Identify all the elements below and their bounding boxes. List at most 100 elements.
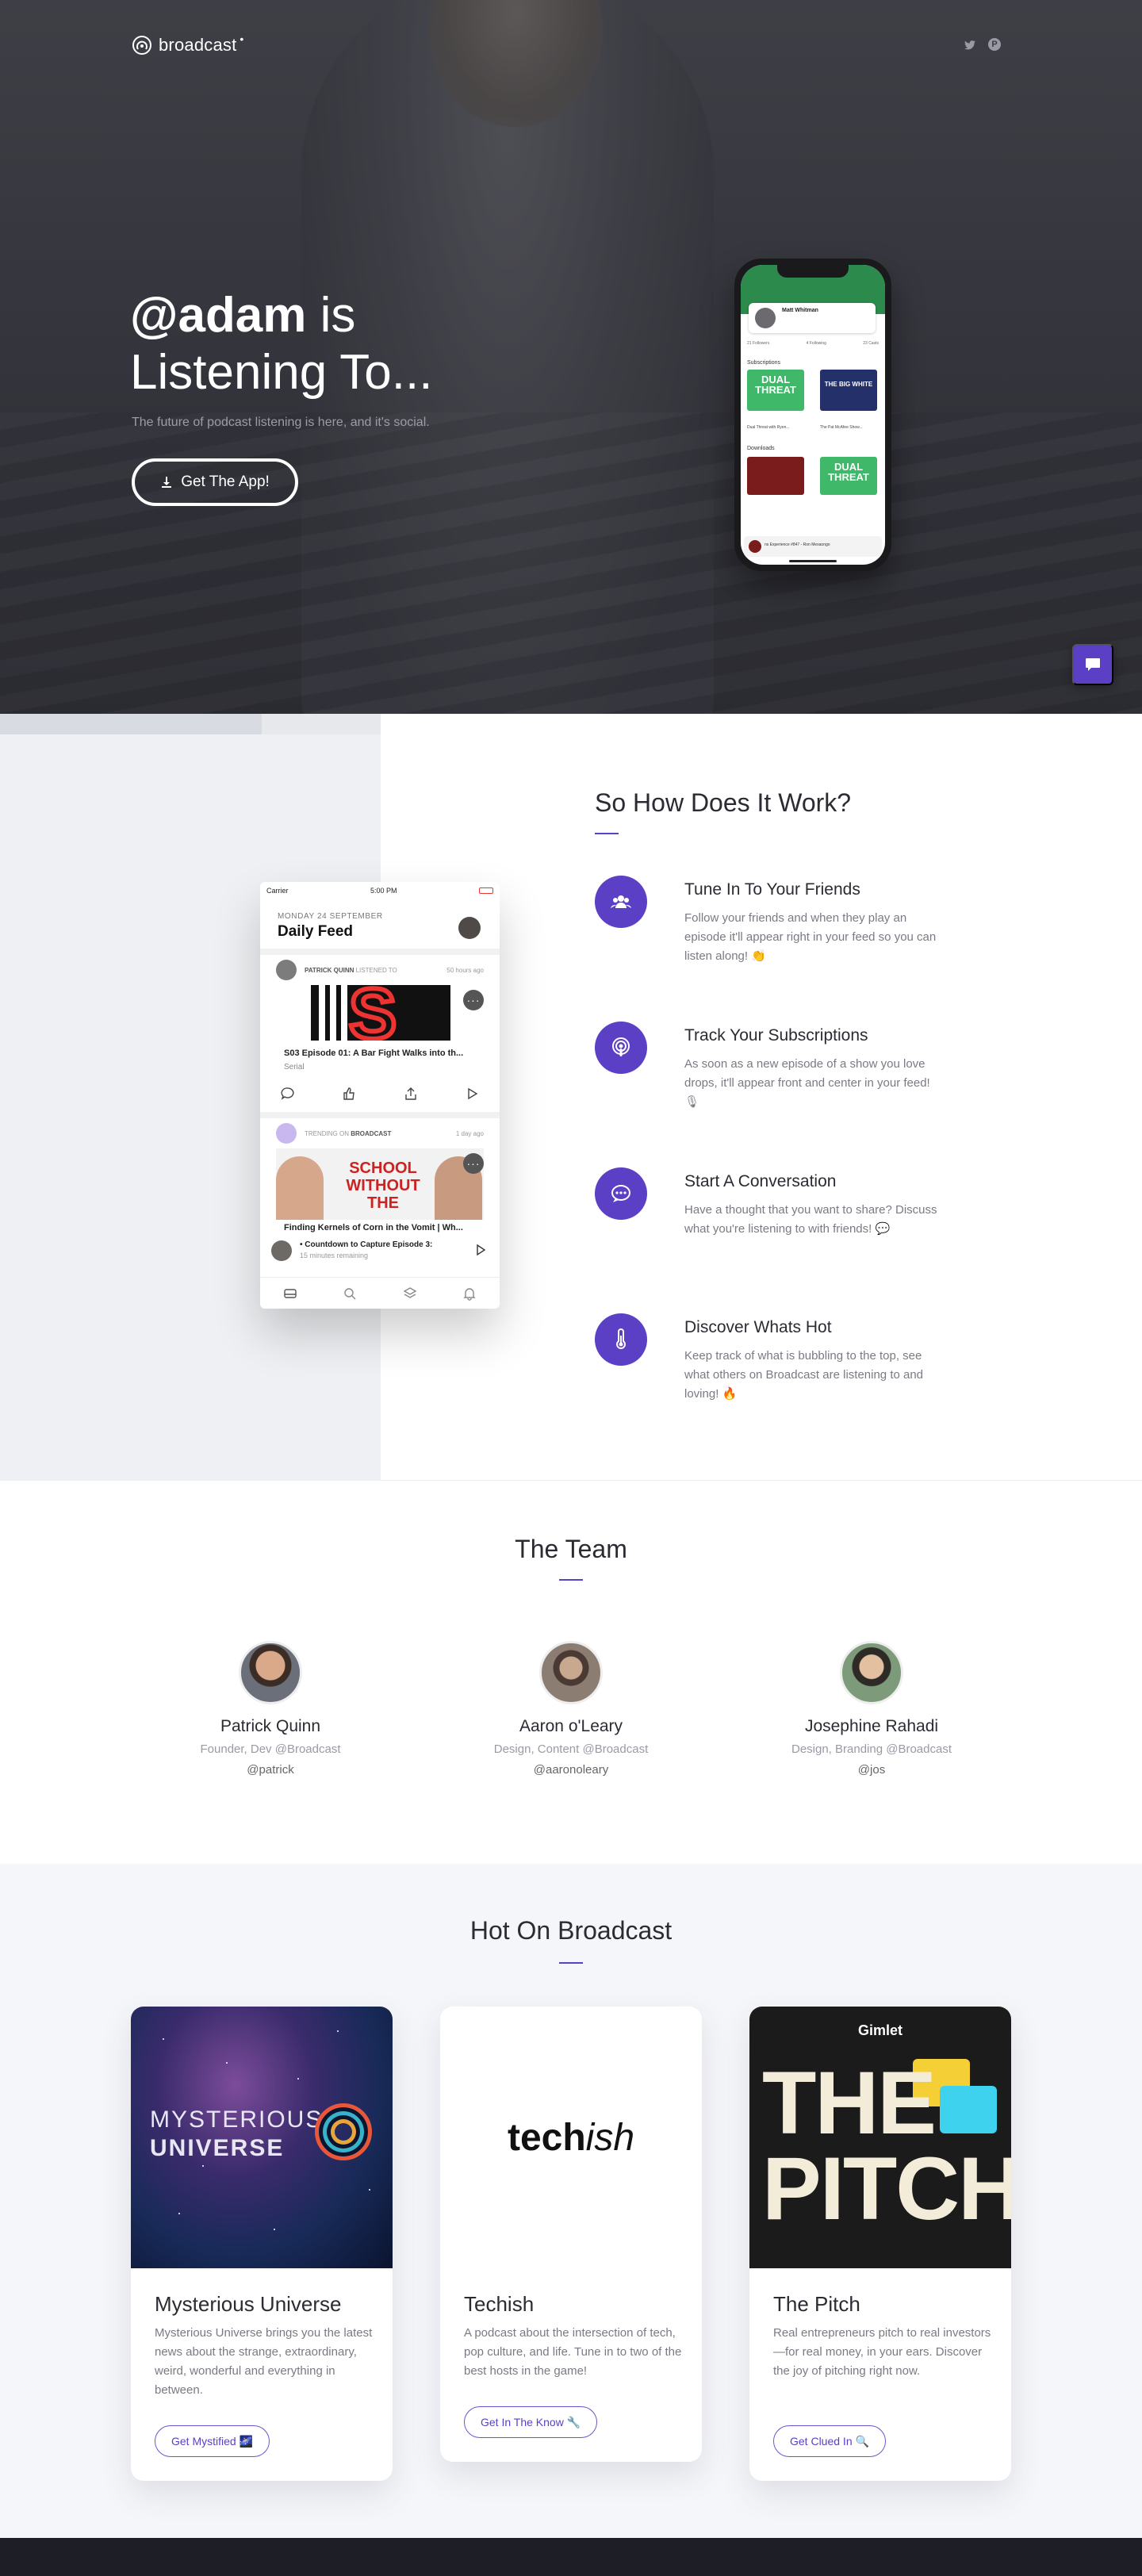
hero-handle: @adam [130,288,307,343]
layers-icon[interactable] [403,1286,417,1301]
card-desc: A podcast about the intersection of tech… [464,2326,682,2378]
play-icon[interactable] [465,1087,479,1101]
podcast-art-techish[interactable]: techish [440,2007,702,2268]
episode-art-serial[interactable]: S ··· [276,985,484,1041]
comment-icon[interactable] [281,1087,295,1101]
feature-title: Start A Conversation [684,1172,837,1190]
feed-item-episode[interactable]: Finding Kernels of Corn in the Vomit | W… [284,1223,463,1232]
chat-icon [1086,658,1100,671]
art-line1: MYSTERIOUS [150,2106,324,2133]
get-clued-in-button[interactable]: Get Clued In 🔍 [773,2425,886,2457]
feed-item-episode[interactable]: S03 Episode 01: A Bar Fight Walks into t… [284,1048,463,1058]
podcast-card-the-pitch: Gimlet THE PITCH The Pitch Real entrepre… [749,2007,1011,2481]
hero-title-rest: is [306,288,356,343]
feed-item-user: PATRICK QUINN LISTENED TO [305,967,397,974]
card-title: The Pitch [773,2292,860,2316]
hero-title: @adam is Listening To... [130,287,432,401]
podcast-art-the-pitch[interactable]: Gimlet THE PITCH [749,2007,1011,2268]
search-icon[interactable] [343,1286,357,1301]
team-section: The Team Patrick Quinn Founder, Dev @Bro… [0,1480,1142,1864]
art-face-left [276,1156,324,1220]
logo-link[interactable]: broadcast • [132,33,243,56]
how-it-works-section: So How Does It Work? Tune In To Your Fri… [0,714,1142,1480]
feed-item-header: TRENDING ON BROADCAST 1 day ago [276,1123,484,1145]
pinterest-icon[interactable]: P [988,38,1001,51]
hero-section: broadcast • P @adam is Listening To... T… [0,0,1142,714]
gimlet-brand: Gimlet [857,2022,902,2038]
tile-dual-threat: DUAL THREAT [747,370,804,411]
card-desc: Real entrepreneurs pitch to real investo… [773,2326,991,2378]
mini-player[interactable]: • Countdown to Capture Episode 3: 15 min… [268,1237,492,1266]
feature-desc: Follow your friends and when they play a… [684,911,937,963]
avatar[interactable] [458,917,481,939]
feature-desc: Have a thought that you want to share? D… [684,1203,937,1236]
hero-subtitle: The future of podcast listening is here,… [132,416,430,429]
feed-phone-mockup: Carrier 5:00 PM MONDAY 24 SEPTEMBER Dail… [260,882,500,1309]
broadcast-logo-icon [276,1123,297,1144]
hot-section: Hot On Broadcast MYSTERIOUS UNIVERSE Mys… [0,1864,1142,2538]
phone-notch [777,265,849,278]
stat-following: 4 Following [806,341,826,346]
avatar[interactable] [276,960,297,980]
member-role: Founder, Dev @Broadcast [200,1742,341,1756]
member-handle[interactable]: @patrick [151,1763,389,1777]
member-handle[interactable]: @aaronoleary [452,1763,690,1777]
podcast-card-mysterious-universe: MYSTERIOUS UNIVERSE Mysterious Universe … [131,2007,393,2481]
how-title-underline [595,833,619,834]
player-art [749,540,761,553]
avatar [239,1641,302,1704]
episode-art-school[interactable]: SCHOOL WITHOUT THE ··· [276,1148,484,1220]
more-options-icon[interactable]: ··· [463,990,484,1010]
mini-player-subtitle: 15 minutes remaining [300,1252,369,1259]
hero-phone-screen: Matt Whitman 21 Followers 4 Following 23… [741,265,885,565]
play-icon[interactable] [474,1244,487,1256]
chat-widget-button[interactable] [1072,644,1113,685]
member-handle[interactable]: @jos [753,1763,991,1777]
podcast-icon [595,1022,647,1074]
feed-title: Daily Feed [278,923,354,940]
share-icon[interactable] [404,1087,418,1101]
universe-ring-icon [315,2103,372,2160]
feed-date: MONDAY 24 SEPTEMBER [278,912,383,921]
art-line1: THE [762,2053,937,2152]
card-title: Mysterious Universe [155,2292,342,2316]
tile-label-1: Dual Threat with Ryen... [747,425,790,430]
avatar [271,1240,292,1261]
get-in-the-know-button[interactable]: Get In The Know 🔧 [464,2406,598,2438]
hero-phone-profile-card: Matt Whitman [749,303,876,333]
bell-icon[interactable] [462,1286,477,1301]
feature-title: Track Your Subscriptions [684,1026,868,1045]
chat-bubble-icon [595,1167,647,1220]
member-role: Design, Content @Broadcast [493,1742,649,1756]
techish-logo: techish [507,2117,635,2159]
hero-phone-profile-name: Matt Whitman [782,308,818,313]
more-options-icon[interactable]: ··· [463,1153,484,1174]
tile-download-1 [747,457,804,495]
tile-download-2-text: DUAL THREAT [828,461,869,483]
footer [0,2538,1142,2576]
feature-title: Discover Whats Hot [684,1318,832,1336]
like-icon[interactable] [342,1087,356,1101]
download-icon [162,477,172,488]
time-text: 5:00 PM [370,887,397,895]
feed-tab-icon[interactable] [283,1286,297,1301]
feed-item-show[interactable]: Serial [284,1063,305,1071]
hero-phone-downloads-label: Downloads [747,446,775,451]
card-title: Techish [464,2292,535,2316]
podcast-art-mysterious-universe[interactable]: MYSTERIOUS UNIVERSE [131,2007,393,2268]
hot-title: Hot On Broadcast [469,1916,673,1945]
tile-dual-threat-text: DUAL THREAT [755,374,796,396]
art-line2: UNIVERSE [150,2135,285,2161]
tile-download-2: DUAL THREAT [820,457,877,495]
hero-phone-subscriptions-label: Subscriptions [747,360,781,366]
tile-big-white-text: THE BIG WHITE [824,381,873,388]
hot-title-underline [559,1962,583,1964]
feed-item-header: PATRICK QUINN LISTENED TO 50 hours ago [276,960,484,982]
feed-item-time: 1 day ago [455,1130,484,1137]
get-the-app-button[interactable]: Get The App! [132,458,298,506]
feature-desc: Keep track of what is bubbling to the to… [684,1349,924,1401]
get-mystified-button[interactable]: Get Mystified 🌌 [155,2425,270,2457]
how-title: So How Does It Work? [595,788,852,817]
avatar [840,1641,903,1704]
twitter-icon[interactable] [963,38,977,52]
